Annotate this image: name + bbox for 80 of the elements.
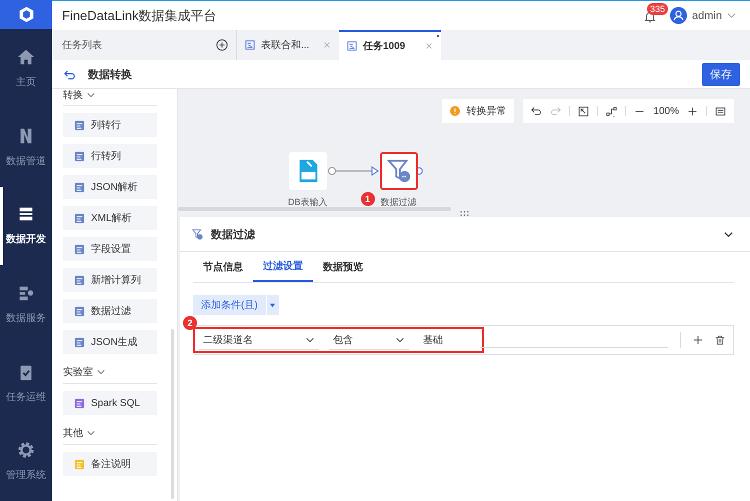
palette-item[interactable]: 数据过滤 [63, 299, 157, 323]
panel-tab[interactable]: 数据预览 [313, 252, 373, 282]
warning-icon [450, 106, 460, 116]
step-marker: 2 [183, 316, 197, 330]
add-circle-icon[interactable] [216, 39, 228, 51]
list-icon [74, 244, 85, 254]
caret-down-icon [269, 302, 276, 308]
palette-item[interactable]: JSON解析 [63, 175, 157, 199]
nav-item[interactable]: 数据开发 [0, 186, 52, 266]
nav-item[interactable]: 主页 [0, 29, 52, 108]
user-avatar-icon[interactable] [670, 7, 688, 24]
filter-icon [386, 158, 412, 184]
status-chip[interactable]: 转换异常 [442, 99, 514, 123]
document-icon [245, 40, 255, 50]
list-icon [74, 398, 85, 408]
page-title: 数据转换 [88, 68, 132, 82]
list-icon [74, 336, 85, 348]
palette-item[interactable]: 字段设置 [63, 237, 157, 261]
gear-icon [17, 441, 35, 460]
chevron-down-icon[interactable] [87, 91, 95, 99]
nav-item[interactable]: 管理系统 [0, 422, 52, 501]
list-icon [74, 274, 85, 286]
zoom-level: 100% [653, 106, 679, 116]
app-title: FineDataLink数据集成平台 [62, 6, 217, 24]
list-icon [74, 150, 85, 162]
task-list-title: 任务列表 [62, 38, 102, 52]
panel-tab[interactable]: 节点信息 [193, 252, 253, 282]
dropdown-button[interactable] [266, 295, 279, 315]
connector-arrow [328, 166, 380, 176]
trash-icon[interactable] [715, 335, 725, 345]
user-name[interactable]: admin [692, 10, 722, 22]
group-header[interactable]: 其他 [63, 422, 157, 445]
add-icon[interactable] [693, 335, 703, 345]
minimap-icon[interactable] [715, 106, 726, 116]
module-icon [17, 284, 35, 302]
document-icon [347, 41, 357, 51]
home-icon [17, 48, 35, 66]
panel-title: 数据过滤 [211, 228, 255, 242]
save-button[interactable]: 保存 [702, 62, 740, 86]
palette-item[interactable]: 备注说明 [63, 452, 157, 476]
fit-view-icon[interactable] [578, 106, 590, 116]
resize-handle-icon[interactable] [460, 211, 468, 216]
palette-item[interactable]: 行转列 [63, 144, 157, 168]
add-condition-button[interactable]: 添加条件(且) [193, 295, 266, 315]
step-marker: 1 [360, 192, 375, 206]
panel-tab[interactable]: 过滤设置 [253, 252, 313, 282]
back-arrow-icon[interactable] [64, 68, 76, 80]
palette-item[interactable]: 列转行 [63, 113, 157, 137]
nav-item[interactable]: 任务运维 [0, 344, 52, 422]
list-icon [74, 306, 85, 316]
chevron-down-icon[interactable] [97, 368, 105, 376]
palette-item[interactable]: 新增计算列 [63, 268, 157, 292]
layout-icon[interactable] [606, 106, 618, 116]
operator-select[interactable]: 包含 [329, 330, 409, 350]
task-tab[interactable]: 表联合和... [237, 30, 339, 60]
group-header[interactable]: 转换 [63, 85, 157, 106]
hexagon-logo-icon [18, 6, 34, 24]
notification-count: 335 [647, 2, 668, 14]
nav-item[interactable]: 数据管道 [0, 108, 52, 187]
node-label: DB表输入 [288, 196, 328, 209]
chevron-down-icon[interactable] [87, 429, 95, 437]
flow-node[interactable] [288, 152, 327, 190]
list-icon [74, 212, 85, 224]
group-header[interactable]: 实验室 [63, 361, 157, 384]
field-select[interactable]: 二级渠道名 [199, 330, 319, 350]
palette-item[interactable]: XML解析 [63, 206, 157, 230]
palette-item[interactable]: JSON生成 [63, 330, 157, 354]
flow-node[interactable] [380, 152, 418, 190]
list-icon [74, 120, 85, 130]
module-icon [17, 205, 35, 224]
palette-item[interactable]: Spark SQL [63, 391, 157, 415]
value-field[interactable]: 基础 [419, 331, 478, 349]
nav-item[interactable]: 数据服务 [0, 265, 52, 344]
list-icon [74, 182, 85, 192]
filter-icon [192, 228, 203, 240]
zoom-in-icon[interactable] [687, 106, 698, 116]
node-label: 数据过滤 [380, 196, 417, 209]
task-tab[interactable]: 任务1009 [339, 30, 441, 60]
list-icon [74, 458, 85, 470]
undo-icon[interactable] [531, 106, 542, 116]
